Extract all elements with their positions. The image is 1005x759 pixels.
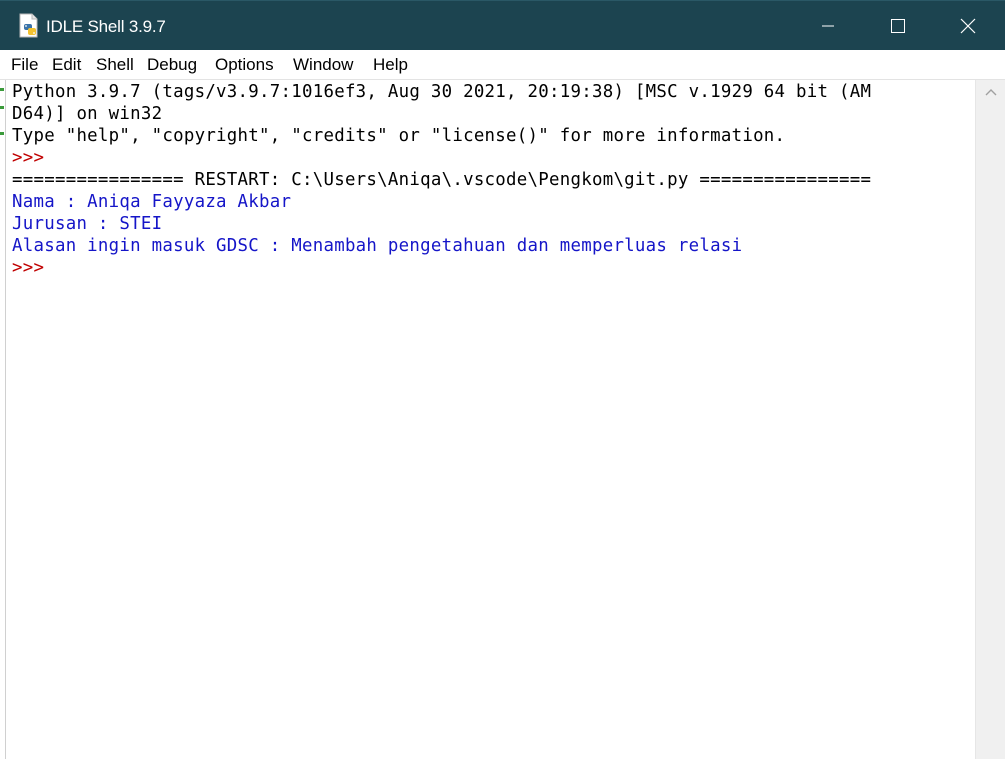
maximize-button[interactable] (863, 2, 933, 50)
menu-shell[interactable]: Shell (96, 55, 134, 75)
title-bar[interactable]: IDLE Shell 3.9.7 (0, 0, 1005, 50)
maximize-icon (891, 19, 905, 33)
gutter-mark (0, 88, 4, 91)
vertical-scrollbar[interactable] (975, 80, 1005, 759)
shell-line-banner-2: D64)] on win32 (12, 104, 163, 124)
menu-file[interactable]: File (11, 55, 38, 75)
scroll-up-arrow-icon[interactable] (984, 86, 998, 100)
menu-help[interactable]: Help (373, 55, 408, 75)
menu-debug[interactable]: Debug (147, 55, 197, 75)
gutter-mark (0, 132, 4, 135)
close-button[interactable] (933, 2, 1003, 50)
idle-shell-window: IDLE Shell 3.9.7 File Edit Shell Debug O… (0, 0, 1005, 759)
shell-prompt: >>> (12, 148, 55, 168)
minimize-button[interactable] (793, 2, 863, 50)
shell-restart-line: ================ RESTART: C:\Users\Aniqa… (12, 170, 872, 190)
menu-window[interactable]: Window (293, 55, 353, 75)
shell-line-banner-3: Type "help", "copyright", "credits" or "… (12, 126, 786, 146)
shell-text-area[interactable]: Python 3.9.7 (tags/v3.9.7:1016ef3, Aug 3… (5, 80, 976, 759)
menu-edit[interactable]: Edit (52, 55, 81, 75)
shell-output-line: Jurusan : STEI (12, 214, 163, 234)
shell-line-banner-1: Python 3.9.7 (tags/v3.9.7:1016ef3, Aug 3… (12, 82, 872, 102)
gutter-mark (0, 106, 4, 109)
minimize-icon (822, 25, 834, 27)
shell-output-line: Nama : Aniqa Fayyaza Akbar (12, 192, 292, 212)
python-idle-icon (19, 13, 38, 38)
shell-output-line: Alasan ingin masuk GDSC : Menambah penge… (12, 236, 743, 256)
menu-bar: File Edit Shell Debug Options Window Hel… (0, 50, 1005, 80)
window-title: IDLE Shell 3.9.7 (46, 17, 166, 36)
close-icon (960, 18, 976, 34)
shell-prompt-current[interactable]: >>> (12, 257, 55, 279)
menu-options[interactable]: Options (215, 55, 274, 75)
